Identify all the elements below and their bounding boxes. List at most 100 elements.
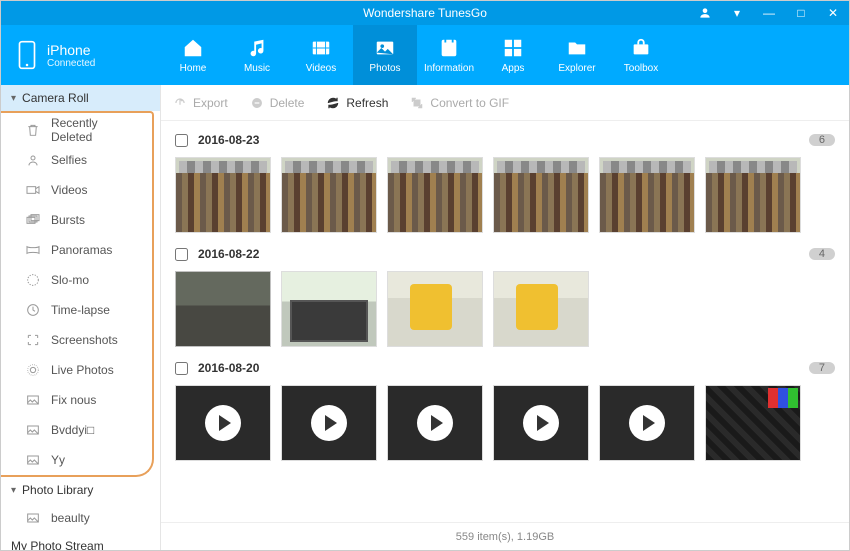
group-header: 2016-08-20 7 (175, 357, 835, 379)
group-date: 2016-08-22 (198, 247, 259, 261)
group-header: 2016-08-23 6 (175, 129, 835, 151)
sidebar-item-label: Videos (51, 183, 87, 197)
tab-home[interactable]: Home (161, 25, 225, 85)
video-thumb[interactable] (387, 385, 483, 461)
sidebar-item-screenshots[interactable]: Screenshots (1, 325, 152, 355)
sidebar-item-label: Panoramas (51, 243, 112, 257)
thumb-row (175, 379, 835, 471)
sidebar-camera-roll[interactable]: ▾Camera Roll (1, 85, 160, 111)
sidebar-item-videos[interactable]: Videos (1, 175, 152, 205)
sidebar-item-label: beaulty (51, 511, 90, 525)
image-icon (25, 422, 41, 438)
tab-music[interactable]: Music (225, 25, 289, 85)
sidebar-item-label: Slo-mo (51, 273, 89, 287)
photo-thumb[interactable] (281, 271, 377, 347)
group-count: 6 (809, 134, 835, 146)
device-status: Connected (47, 58, 95, 69)
convert-gif-button[interactable]: Convert to GIF (410, 96, 509, 110)
image-icon (25, 510, 41, 526)
photo-thumb[interactable] (493, 271, 589, 347)
caret-down-icon: ▾ (11, 485, 16, 496)
video-thumb[interactable] (281, 385, 377, 461)
tab-toolbox[interactable]: Toolbox (609, 25, 673, 85)
panorama-icon (25, 242, 41, 258)
status-text: 559 item(s), 1.19GB (456, 531, 554, 543)
device-panel[interactable]: iPhone Connected (1, 25, 161, 85)
group-count: 7 (809, 362, 835, 374)
sidebar-photo-library-label: Photo Library (22, 483, 93, 497)
sidebar-item-bursts[interactable]: Bursts (1, 205, 152, 235)
sidebar-item-panoramas[interactable]: Panoramas (1, 235, 152, 265)
photo-thumb[interactable] (493, 157, 589, 233)
tab-information[interactable]: Information (417, 25, 481, 85)
dropdown-icon[interactable]: ▾ (721, 1, 753, 25)
tab-home-label: Home (180, 63, 207, 74)
group-checkbox[interactable] (175, 362, 188, 375)
photo-thumb[interactable] (599, 157, 695, 233)
play-icon (417, 405, 453, 441)
sidebar-item-recently-deleted[interactable]: Recently Deleted (1, 115, 152, 145)
tab-toolbox-label: Toolbox (624, 63, 658, 74)
tab-photos-label: Photos (369, 63, 400, 74)
photo-thumb[interactable] (387, 271, 483, 347)
photo-thumb[interactable] (175, 271, 271, 347)
sidebar-item-timelapse[interactable]: Time-lapse (1, 295, 152, 325)
maximize-button[interactable]: □ (785, 1, 817, 25)
tab-explorer-label: Explorer (558, 63, 595, 74)
tab-explorer[interactable]: Explorer (545, 25, 609, 85)
delete-button[interactable]: Delete (250, 96, 305, 110)
sidebar-photo-stream[interactable]: My Photo Stream (1, 533, 160, 550)
sidebar-item-label: Live Photos (51, 363, 114, 377)
minimize-button[interactable]: — (753, 1, 785, 25)
trash-icon (25, 122, 41, 138)
close-button[interactable]: ✕ (817, 1, 849, 25)
sidebar-item-fixnous[interactable]: Fix nous (1, 385, 152, 415)
convert-gif-label: Convert to GIF (430, 96, 509, 110)
sidebar-item-beaulty[interactable]: beaulty (1, 503, 160, 533)
device-name: iPhone (47, 42, 95, 58)
sidebar-photo-library[interactable]: ▾ Photo Library (1, 477, 160, 503)
user-icon[interactable] (689, 1, 721, 25)
video-thumb[interactable] (493, 385, 589, 461)
play-icon (311, 405, 347, 441)
photo-thumb[interactable] (281, 157, 377, 233)
photo-thumb[interactable] (387, 157, 483, 233)
screenshot-icon (25, 332, 41, 348)
photo-thumb[interactable] (175, 157, 271, 233)
image-icon (25, 392, 41, 408)
delete-label: Delete (270, 96, 305, 110)
thumb-row (175, 265, 835, 357)
sidebar-item-slomo[interactable]: Slo-mo (1, 265, 152, 295)
nav-tabs: Home Music Videos Photos Information App… (161, 25, 849, 85)
group-checkbox[interactable] (175, 134, 188, 147)
photo-thumb[interactable] (705, 157, 801, 233)
sidebar-camera-roll-label: Camera Roll (22, 91, 89, 105)
sidebar-item-bvddyi[interactable]: Bvddyi□ (1, 415, 152, 445)
export-button[interactable]: Export (173, 96, 228, 110)
sidebar-item-label: Recently Deleted (51, 116, 142, 144)
tab-videos-label: Videos (306, 63, 336, 74)
tab-photos[interactable]: Photos (353, 25, 417, 85)
photo-thumb[interactable] (705, 385, 801, 461)
photo-content: 2016-08-23 6 2016-08-22 4 (161, 121, 849, 522)
export-label: Export (193, 96, 228, 110)
play-icon (629, 405, 665, 441)
status-bar: 559 item(s), 1.19GB (161, 522, 849, 550)
sidebar-item-label: Bursts (51, 213, 85, 227)
tab-information-label: Information (424, 63, 474, 74)
video-thumb[interactable] (599, 385, 695, 461)
video-thumb[interactable] (175, 385, 271, 461)
nav-bar: iPhone Connected Home Music Videos Photo… (1, 25, 849, 85)
sidebar-item-label: Yy (51, 453, 65, 467)
sidebar-item-label: Fix nous (51, 393, 96, 407)
tab-videos[interactable]: Videos (289, 25, 353, 85)
tab-apps[interactable]: Apps (481, 25, 545, 85)
group-count: 4 (809, 248, 835, 260)
app-title: Wondershare TunesGo (363, 6, 487, 20)
sidebar-item-selfies[interactable]: Selfies (1, 145, 152, 175)
sidebar-item-yy[interactable]: Yy (1, 445, 152, 475)
sidebar-item-livephotos[interactable]: Live Photos (1, 355, 152, 385)
group-checkbox[interactable] (175, 248, 188, 261)
toolbar: Export Delete Refresh Convert to GIF (161, 85, 849, 121)
refresh-button[interactable]: Refresh (326, 96, 388, 110)
